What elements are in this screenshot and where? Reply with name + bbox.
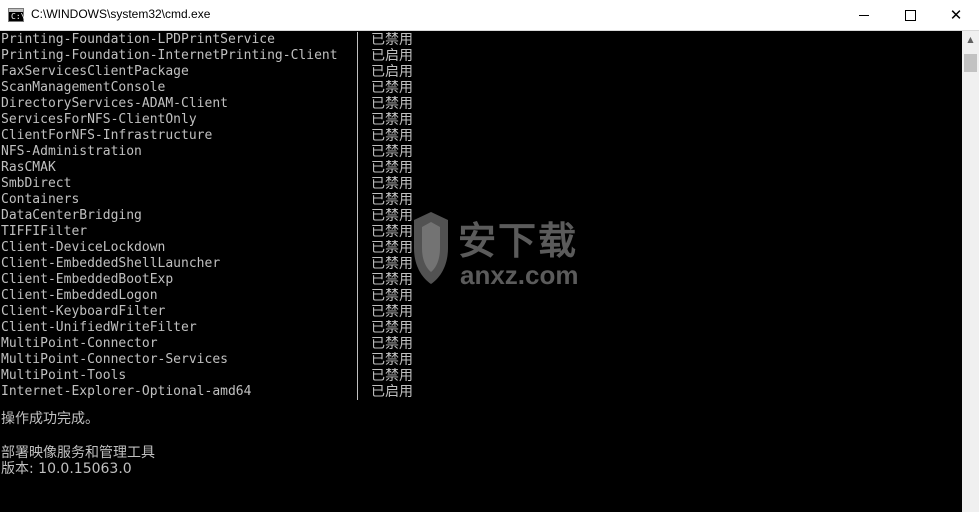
watermark-cn-text: 安下载 xyxy=(458,219,579,263)
feature-name: NFS-Administration xyxy=(1,144,142,159)
feature-name: TIFFIFilter xyxy=(1,224,88,239)
watermark-en-text: anxz.com xyxy=(460,260,579,290)
column-separator xyxy=(357,144,358,160)
close-button[interactable]: ✕ xyxy=(933,0,979,30)
watermark: 安下载 anxz.com xyxy=(410,208,610,298)
cmd-window: C:\ C:\WINDOWS\system32\cmd.exe ✕ 操作成功完成… xyxy=(0,0,979,512)
feature-state: 已禁用 xyxy=(371,320,413,336)
column-separator xyxy=(357,32,358,48)
column-separator xyxy=(357,384,358,400)
feature-state: 已启用 xyxy=(371,48,413,64)
title-bar[interactable]: C:\ C:\WINDOWS\system32\cmd.exe ✕ xyxy=(0,0,979,31)
column-separator xyxy=(357,256,358,272)
minimize-button[interactable] xyxy=(841,0,887,30)
feature-state: 已禁用 xyxy=(371,80,413,96)
close-icon: ✕ xyxy=(949,6,963,24)
cmd-icon-label: C:\ xyxy=(11,12,26,21)
feature-state: 已禁用 xyxy=(371,224,413,240)
column-separator xyxy=(357,336,358,352)
chevron-up-icon: ▲ xyxy=(967,35,974,44)
feature-state: 已禁用 xyxy=(371,208,413,224)
feature-name: ServicesForNFS-ClientOnly xyxy=(1,112,197,127)
column-separator xyxy=(357,240,358,256)
feature-name: Client-EmbeddedLogon xyxy=(1,288,158,303)
column-separator xyxy=(357,288,358,304)
feature-name: RasCMAK xyxy=(1,160,56,175)
column-separator xyxy=(357,304,358,320)
column-separator xyxy=(357,224,358,240)
feature-name: Printing-Foundation-LPDPrintService xyxy=(1,32,275,47)
feature-state: 已禁用 xyxy=(371,96,413,112)
version-line: 版本: 10.0.15063.0 xyxy=(1,461,132,477)
column-separator xyxy=(357,272,358,288)
feature-state: 已禁用 xyxy=(371,192,413,208)
feature-name: Client-UnifiedWriteFilter xyxy=(1,320,197,335)
feature-state: 已启用 xyxy=(371,64,413,80)
scroll-up-button[interactable]: ▲ xyxy=(962,31,979,48)
feature-name: Client-EmbeddedBootExp xyxy=(1,272,174,287)
feature-name: DirectoryServices-ADAM-Client xyxy=(1,96,228,111)
feature-name: MultiPoint-Tools xyxy=(1,368,127,383)
column-separator xyxy=(357,128,358,144)
feature-name: FaxServicesClientPackage xyxy=(1,64,189,79)
feature-name: MultiPoint-Connector-Services xyxy=(1,352,228,367)
feature-name: ScanManagementConsole xyxy=(1,80,166,95)
minimize-icon xyxy=(859,14,869,16)
feature-name: MultiPoint-Connector xyxy=(1,336,158,351)
feature-name: Client-DeviceLockdown xyxy=(1,240,166,255)
feature-name: DataCenterBridging xyxy=(1,208,142,223)
column-separator xyxy=(357,368,358,384)
column-separator xyxy=(357,80,358,96)
vertical-scrollbar[interactable]: ▲ xyxy=(962,31,979,512)
feature-state: 已禁用 xyxy=(371,128,413,144)
column-separator xyxy=(357,64,358,80)
maximize-icon xyxy=(904,9,916,21)
scroll-thumb[interactable] xyxy=(964,54,977,72)
feature-state: 已禁用 xyxy=(371,304,413,320)
cmd-icon[interactable]: C:\ xyxy=(8,8,26,22)
column-separator xyxy=(357,48,358,64)
feature-name: Client-EmbeddedShellLauncher xyxy=(1,256,221,271)
column-separator xyxy=(357,320,358,336)
feature-state: 已禁用 xyxy=(371,256,413,272)
feature-state: 已禁用 xyxy=(371,288,413,304)
feature-name: Internet-Explorer-Optional-amd64 xyxy=(1,384,252,399)
feature-state: 已禁用 xyxy=(371,32,413,48)
feature-state: 已禁用 xyxy=(371,160,413,176)
feature-state: 已禁用 xyxy=(371,352,413,368)
column-separator xyxy=(357,160,358,176)
column-separator xyxy=(357,192,358,208)
column-separator xyxy=(357,96,358,112)
feature-state: 已禁用 xyxy=(371,368,413,384)
feature-state: 已禁用 xyxy=(371,176,413,192)
feature-name: SmbDirect xyxy=(1,176,72,191)
feature-state: 已禁用 xyxy=(371,336,413,352)
column-separator xyxy=(357,176,358,192)
column-separator xyxy=(357,208,358,224)
feature-state: 已启用 xyxy=(371,384,413,400)
tool-name-line: 部署映像服务和管理工具 xyxy=(1,445,155,461)
column-separator xyxy=(357,112,358,128)
column-separator xyxy=(357,352,358,368)
feature-state: 已禁用 xyxy=(371,112,413,128)
feature-state: 已禁用 xyxy=(371,240,413,256)
shield-icon xyxy=(414,212,448,284)
success-message: 操作成功完成。 xyxy=(1,411,99,427)
maximize-button[interactable] xyxy=(887,0,933,30)
window-title: C:\WINDOWS\system32\cmd.exe xyxy=(31,7,211,21)
feature-name: Client-KeyboardFilter xyxy=(1,304,166,319)
feature-state: 已禁用 xyxy=(371,272,413,288)
feature-name: Printing-Foundation-InternetPrinting-Cli… xyxy=(1,48,338,63)
feature-state: 已禁用 xyxy=(371,144,413,160)
feature-name: ClientForNFS-Infrastructure xyxy=(1,128,213,143)
feature-name: Containers xyxy=(1,192,80,207)
